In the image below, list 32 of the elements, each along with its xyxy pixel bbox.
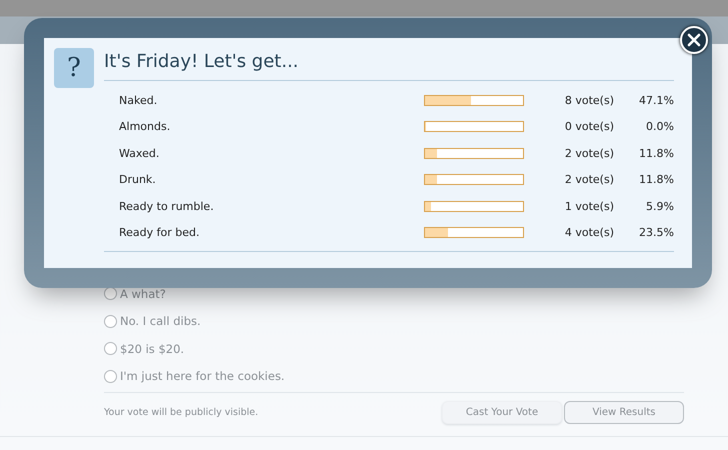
radio-button[interactable] [104,342,117,356]
option-label: I'm just here for the cookies. [120,369,285,384]
vote-count: 2 vote(s) [564,173,614,186]
view-results-button[interactable]: View Results [564,401,684,424]
option-label: No. I call dibs. [120,314,201,328]
option-label: Naked. [119,94,158,107]
vote-count: 4 vote(s) [564,226,614,240]
radio-button[interactable] [104,314,117,328]
question-icon: ? [54,48,94,88]
close-icon [687,33,701,47]
radio-button[interactable] [104,287,117,300]
vote-percent: 5.9% [645,200,674,213]
vote-count: 0 vote(s) [564,120,614,134]
option-label: Almonds. [119,120,172,134]
radio-button[interactable] [104,370,117,383]
option-label: Drunk. [119,173,157,186]
cast-vote-button[interactable]: Cast Your Vote [442,401,562,424]
vote-percent: 11.8% [638,146,674,160]
option-label: Waxed. [119,146,160,160]
option-label: Ready to rumble. [119,200,215,213]
vote-count: 2 vote(s) [564,146,614,160]
vote-count: 1 vote(s) [564,200,614,213]
vote-percent: 11.8% [638,173,674,186]
poll-title: It's Friday! Let's get... [104,48,674,81]
option-label: A what? [120,286,166,301]
option-label: $20 is $20. [120,342,184,356]
option-label: Ready for bed. [119,226,200,240]
vote-percent: 23.5% [638,226,674,240]
vote-count: 8 vote(s) [564,94,614,107]
vote-percent: 47.1% [638,94,674,107]
vote-percent: 0.0% [645,120,674,134]
vote-note: Your vote will be publicly visible. [104,407,258,418]
